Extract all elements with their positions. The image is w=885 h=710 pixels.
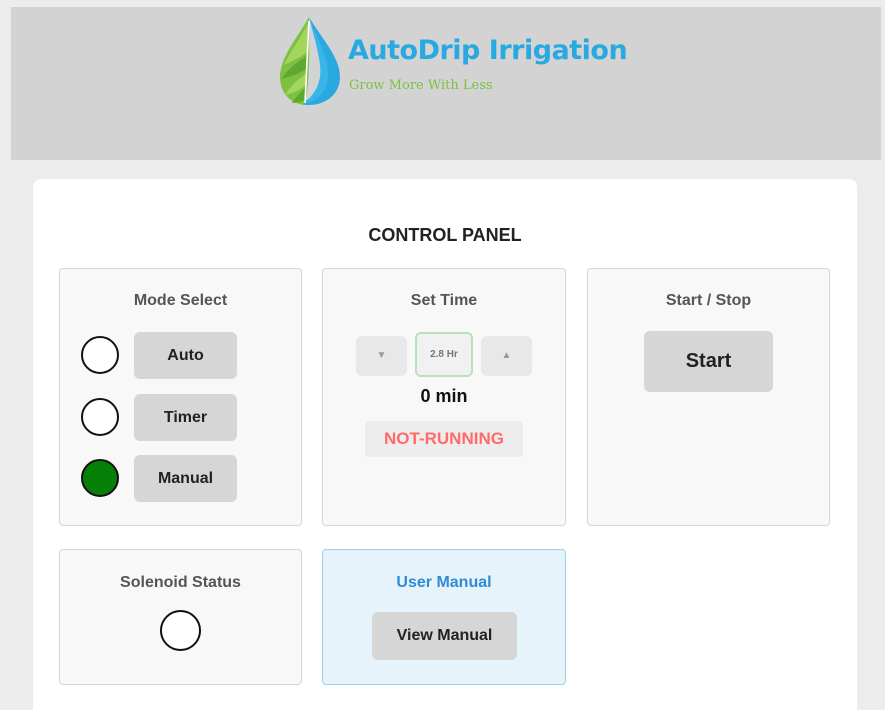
solenoid-status-card: Solenoid Status [59,549,302,685]
header-banner: AutoDrip Irrigation Grow More With Less [11,7,881,160]
app-page: AutoDrip Irrigation Grow More With Less … [0,0,885,710]
mode-select-title: Mode Select [133,292,228,309]
triangle-down-icon: ▼ [376,350,387,361]
set-time-card: Set Time ▼ 2.8 Hr ▲ 0 min NOT-RUNNING [322,268,566,526]
start-button[interactable]: Start [644,331,773,392]
user-manual-title: User Manual [396,574,492,591]
decrement-time-button[interactable]: ▼ [356,336,407,376]
mode-select-card: Mode Select Auto Timer Manual [59,268,302,526]
run-status-badge: NOT-RUNNING [365,421,523,457]
mode-auto-indicator[interactable] [81,336,119,374]
brand-name: AutoDrip Irrigation [348,35,628,66]
set-time-title: Set Time [410,292,478,309]
start-stop-card: Start / Stop Start [587,268,830,526]
mode-timer-button[interactable]: Timer [134,394,237,441]
brand-tagline: Grow More With Less [349,78,493,93]
mode-timer-indicator[interactable] [81,398,119,436]
view-manual-button[interactable]: View Manual [372,612,517,660]
user-manual-card: User Manual View Manual [322,549,566,685]
brand-logo: AutoDrip Irrigation Grow More With Less [276,15,641,115]
increment-time-button[interactable]: ▲ [481,336,532,376]
time-input[interactable]: 2.8 Hr [415,332,473,377]
start-stop-title: Start / Stop [665,292,752,309]
remaining-time: 0 min [420,386,468,406]
mode-manual-button[interactable]: Manual [134,455,237,502]
panel-title: CONTROL PANEL [368,225,522,245]
water-drop-leaf-icon [280,17,340,105]
mode-auto-button[interactable]: Auto [134,332,237,379]
triangle-up-icon: ▲ [501,350,512,361]
solenoid-indicator [160,610,201,651]
control-panel: CONTROL PANEL Mode Select Auto Timer Man… [33,179,857,710]
solenoid-status-title: Solenoid Status [120,574,241,591]
mode-manual-indicator[interactable] [81,459,119,497]
